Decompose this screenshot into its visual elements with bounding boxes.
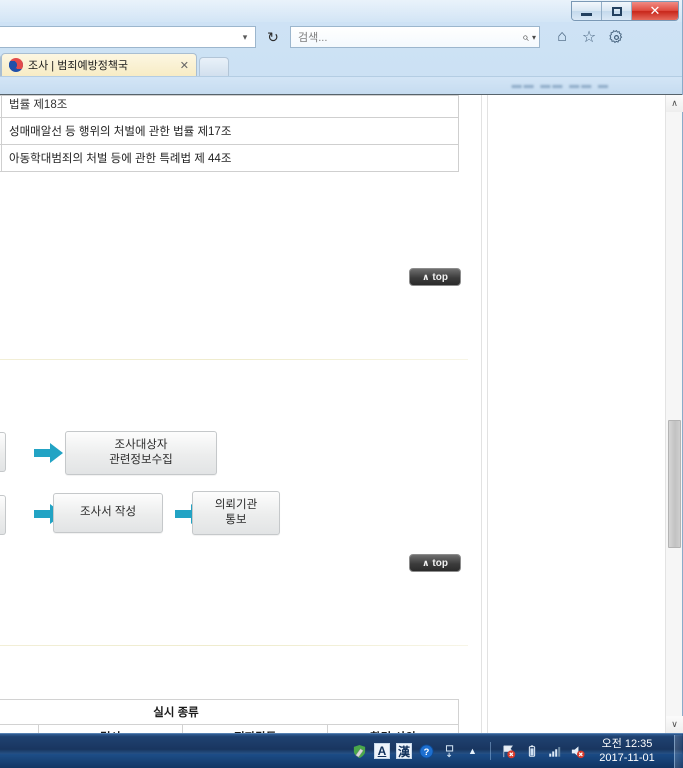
table-header-row: 법원 결정전조사 검사 결정전조사 전자감독 청구전조사 환경·사안 조사 (0, 724, 459, 733)
flow-box-line2: 통보 (225, 514, 247, 526)
flow-box-clipped (0, 432, 6, 472)
section-divider (0, 359, 468, 360)
law-text-cell: 아동학대범죄의 처벌 등에 관한 특례법 제 44조 (1, 144, 459, 172)
flow-box-clipped (0, 495, 6, 535)
battery-glyph-icon (528, 745, 535, 757)
stats-column-header: 환경·사안 조사 (327, 724, 459, 733)
window-controls: ✕ (571, 1, 679, 21)
browser-tab-active[interactable]: 조사 | 범죄예방정책국 ✕ (1, 53, 197, 76)
minimize-icon (581, 12, 592, 16)
browser-window: ✕ ▾ ↻ 검색... ⌕ ▾ ⌂ ☆ 검색 - 국내학술지논.. (0, 0, 683, 754)
law-text-cell: 법률 제18조 (1, 95, 459, 118)
action-center-flag-icon[interactable] (500, 743, 517, 760)
flow-box-line1: 조사서 작성 (79, 506, 137, 519)
taskbar-clock[interactable]: 오전 12:35 2017-11-01 (592, 737, 666, 765)
law-text-cell: 성매매알선 등 행위의 처벌에 관한 법률 제17조 (1, 117, 459, 145)
scrollbar-up-arrow-icon[interactable]: ∧ (666, 95, 683, 112)
vertical-scrollbar[interactable]: ∧ ∨ (665, 95, 683, 733)
new-tab-button[interactable] (199, 57, 229, 76)
battery-icon[interactable] (523, 743, 540, 760)
minimize-button[interactable] (572, 2, 602, 20)
search-icon[interactable]: ⌕ (522, 30, 529, 45)
system-tray: A 漢 ? ▲ 오전 12:35 2017-11-01 (351, 737, 672, 765)
browser-tab-strip: 검색 - 국내학술지논... 조사 | 범죄예방정책국 ✕ (0, 52, 682, 76)
stats-column-header: 법원 결정전조사 (0, 724, 39, 733)
chevron-up-icon: ∧ (422, 557, 430, 568)
windows-taskbar: A 漢 ? ▲ 오전 12:35 2017-11-01 (0, 733, 683, 768)
tab-close-icon[interactable]: ✕ (176, 59, 189, 72)
chevron-up-icon: ∧ (422, 271, 430, 282)
top-button-label: top (432, 557, 448, 569)
clock-time: 오전 12:35 (601, 738, 653, 750)
ime-options-icon[interactable] (441, 743, 458, 760)
flow-box-line1: 조사대상자 (114, 438, 168, 451)
close-button[interactable]: ✕ (632, 2, 678, 20)
taegeuk-favicon-icon (9, 58, 23, 72)
restore-icon (611, 6, 622, 16)
tray-separator (490, 742, 491, 760)
search-dropdown-icon[interactable]: ▾ (532, 33, 536, 42)
scrollbar-down-arrow-icon[interactable]: ∨ (666, 716, 683, 733)
show-desktop-button[interactable] (674, 734, 683, 768)
clock-date: 2017-11-01 (599, 752, 655, 764)
ime-alpha-icon[interactable]: A (374, 743, 390, 759)
stats-column-header: 전자감독 청구전조사 (182, 724, 329, 733)
flow-box-text: 조사대상자 관련정보수집 (109, 438, 172, 468)
search-input[interactable]: 검색... ⌕ ▾ (290, 26, 540, 48)
page-viewport: 호사건 법률 제18조 보호사건 성매매알선 등 행위의 처벌에 관한 법률 제… (0, 94, 683, 733)
browser-navigation-bar: ▾ ↻ 검색... ⌕ ▾ ⌂ ☆ (0, 22, 682, 52)
stats-column-header: 검사 결정전조사 (37, 724, 184, 733)
table-row: 보호사건 아동학대범죄의 처벌 등에 관한 특례법 제 44조 (0, 144, 459, 172)
table-row: 보호사건 성매매알선 등 행위의 처벌에 관한 법률 제17조 (0, 117, 459, 145)
search-placeholder: 검색... (298, 32, 328, 44)
flow-box-line2: 관련정보수집 (109, 454, 173, 466)
law-reference-table: 호사건 법률 제18조 보호사건 성매매알선 등 행위의 처벌에 관한 법률 제… (0, 95, 459, 172)
volume-muted-icon[interactable] (569, 743, 586, 760)
section-divider (0, 645, 468, 646)
table-row: 호사건 법률 제18조 (0, 95, 459, 118)
network-signal-icon[interactable] (546, 743, 563, 760)
gear-icon-svg (608, 29, 622, 43)
flow-arrow-icon (34, 443, 63, 463)
browser-toolbar-icons: ⌂ ☆ (552, 27, 626, 47)
flow-box-text: 의뢰기관 통보 (215, 498, 257, 528)
scrollbar-thumb[interactable] (668, 420, 681, 548)
show-hidden-icons-icon[interactable]: ▲ (464, 743, 481, 760)
refresh-icon[interactable]: ↻ (262, 25, 284, 49)
address-bar[interactable]: ▾ (0, 26, 256, 48)
stats-group-header: 실시 종류 (0, 699, 459, 725)
browser-command-bar: ▬▬ ▬▬ ▬▬ ▬ (0, 76, 682, 94)
address-dropdown-icon[interactable]: ▾ (237, 32, 253, 43)
flag-alert-icon (503, 745, 516, 758)
page-canvas: 호사건 법률 제18조 보호사건 성매매알선 등 행위의 처벌에 관한 법률 제… (0, 95, 665, 733)
shield-pen-icon (353, 744, 366, 758)
statistics-table: 실시 종류 법원 결정전조사 검사 결정전조사 전자감독 청구전조사 (0, 699, 459, 733)
ime-keyboard-icon (445, 745, 453, 758)
help-icon[interactable]: ? (418, 743, 435, 760)
tab-title: 조사 | 범죄예방정책국 (28, 60, 129, 72)
flow-box-line1: 의뢰기관 (214, 498, 258, 511)
scroll-to-top-button[interactable]: ∧ top (409, 554, 461, 572)
content-column-divider (481, 95, 482, 733)
window-titlebar[interactable]: ✕ (0, 0, 682, 22)
table-header-group-row: 실시 종류 (0, 699, 459, 725)
home-icon[interactable]: ⌂ (552, 27, 572, 47)
tools-gear-icon[interactable] (606, 27, 626, 47)
top-button-label: top (432, 271, 448, 283)
flow-box-collect-info: 조사대상자 관련정보수집 (65, 431, 217, 475)
favorites-star-icon[interactable]: ☆ (579, 27, 599, 47)
ime-hanja-icon[interactable]: 漢 (396, 743, 412, 759)
flow-box-notify-agency: 의뢰기관 통보 (192, 491, 280, 535)
command-bar-ghost-text: ▬▬ ▬▬ ▬▬ ▬ (511, 80, 610, 91)
network-shield-icon[interactable] (351, 743, 368, 760)
signal-bars-icon (549, 747, 561, 757)
content-column-divider (487, 95, 488, 733)
speaker-mute-icon (571, 745, 585, 758)
scroll-to-top-button[interactable]: ∧ top (409, 268, 461, 286)
help-circle-icon: ? (419, 743, 434, 759)
restore-button[interactable] (602, 2, 632, 20)
svg-text:?: ? (424, 746, 430, 756)
flow-box-write-report: 조사서 작성 (53, 493, 163, 533)
